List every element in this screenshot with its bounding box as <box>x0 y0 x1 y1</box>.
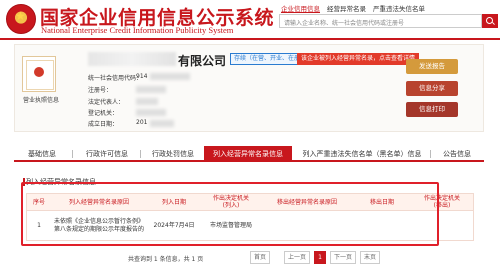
redacted-value <box>136 86 166 93</box>
tab-blacklist[interactable]: 列入严重违法失信名单（黑名单）信息 <box>296 146 428 162</box>
search-icon[interactable] <box>482 14 498 28</box>
seal-icon <box>34 67 44 77</box>
share-button[interactable]: 信息分享 <box>406 81 458 96</box>
site-header: 国家企业信用信息公示系统 National Enterprise Credit … <box>0 0 500 38</box>
prev-page-button[interactable]: 上一页 <box>284 251 310 264</box>
redacted-value <box>136 98 158 105</box>
search-input[interactable]: 请输入企业名称、统一社会信用代码或注册号 <box>279 14 482 28</box>
field-label-legal-rep: 法定代表人： <box>88 99 125 106</box>
tab-basic-info[interactable]: 基础信息 <box>20 146 64 162</box>
tab-admin-license[interactable]: 行政许可信息 <box>78 146 136 162</box>
first-page-button[interactable]: 首页 <box>250 251 270 264</box>
tab-announcements[interactable]: 公告信息 <box>434 146 480 162</box>
info-tabs: 基础信息 行政许可信息 行政处罚信息 列入经营异常名录信息 列入严重违法失信名单… <box>14 146 484 162</box>
top-links: 企业信用信息 经营异常名录 严重违法失信名单 <box>281 3 432 13</box>
field-label-credit-code: 统一社会信用代码： <box>88 75 143 82</box>
link-serious-violation[interactable]: 严重违法失信名单 <box>373 5 425 13</box>
abnormal-warning-badge[interactable]: 该企业被列入经营异常名录，点击查看详情 <box>297 53 420 65</box>
tab-abnormal-list[interactable]: 列入经营异常名录信息 <box>204 146 292 162</box>
tab-divider <box>72 150 73 158</box>
field-label-reg-no: 注册号： <box>88 87 113 94</box>
license-caption: 营业执照信息 <box>22 97 59 104</box>
redacted-value <box>150 120 174 127</box>
link-abnormal-list[interactable]: 经营异常名录 <box>327 5 366 13</box>
highlight-box <box>21 182 439 246</box>
tab-admin-penalty[interactable]: 行政处罚信息 <box>144 146 202 162</box>
tab-divider <box>430 150 431 158</box>
company-name: 有限公司 <box>178 54 227 68</box>
field-value-established: 201 <box>136 119 148 126</box>
current-page-button[interactable]: 1 <box>314 251 326 264</box>
last-page-button[interactable]: 末页 <box>360 251 380 264</box>
field-label-authority: 登记机关： <box>88 110 119 117</box>
link-enterprise-credit[interactable]: 企业信用信息 <box>281 5 320 13</box>
field-value-credit-code: 914 <box>136 73 148 80</box>
business-license-icon[interactable] <box>22 56 56 92</box>
tab-divider <box>140 150 141 158</box>
next-page-button[interactable]: 下一页 <box>330 251 356 264</box>
print-button[interactable]: 信息打印 <box>406 102 458 117</box>
national-emblem-icon <box>6 4 36 34</box>
redacted-value <box>136 109 166 116</box>
field-label-established: 成立日期： <box>88 121 119 128</box>
send-report-button[interactable]: 发送报告 <box>406 59 458 74</box>
site-subtitle: National Enterprise Credit Information P… <box>41 25 234 35</box>
pager-info: 共查询到 1 条信息，共 1 页 <box>128 256 204 263</box>
redacted-value <box>150 73 190 80</box>
header-divider <box>0 38 500 40</box>
company-name-redacted <box>88 52 176 66</box>
